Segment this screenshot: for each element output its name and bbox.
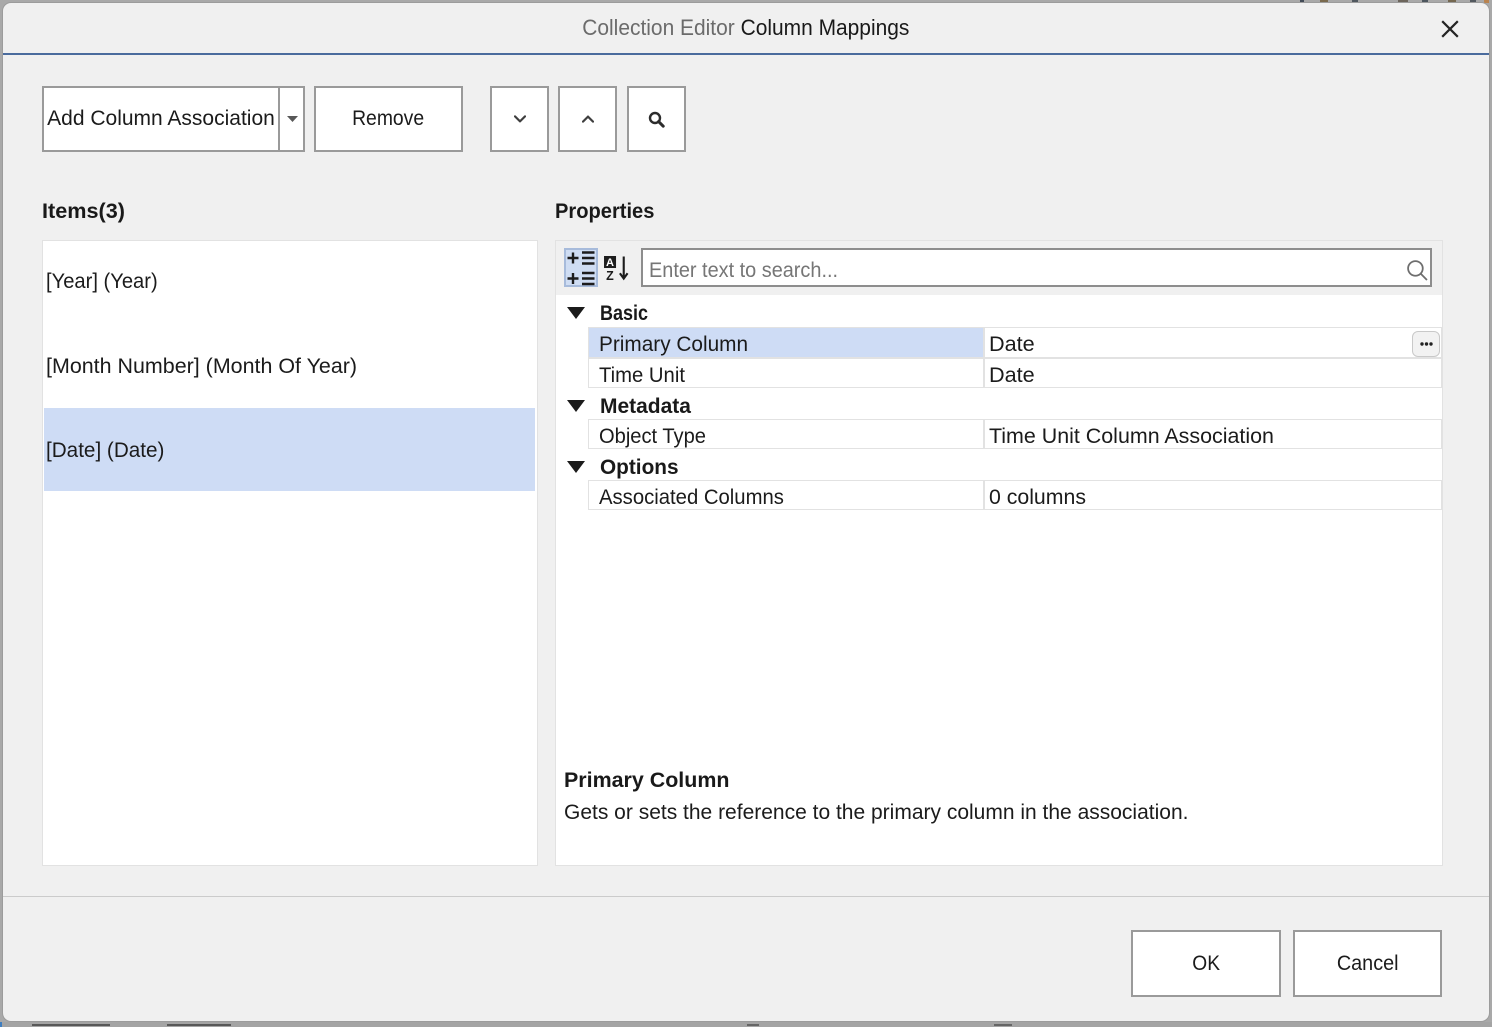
svg-text:Z: Z: [606, 269, 614, 281]
svg-text:A: A: [606, 257, 614, 269]
